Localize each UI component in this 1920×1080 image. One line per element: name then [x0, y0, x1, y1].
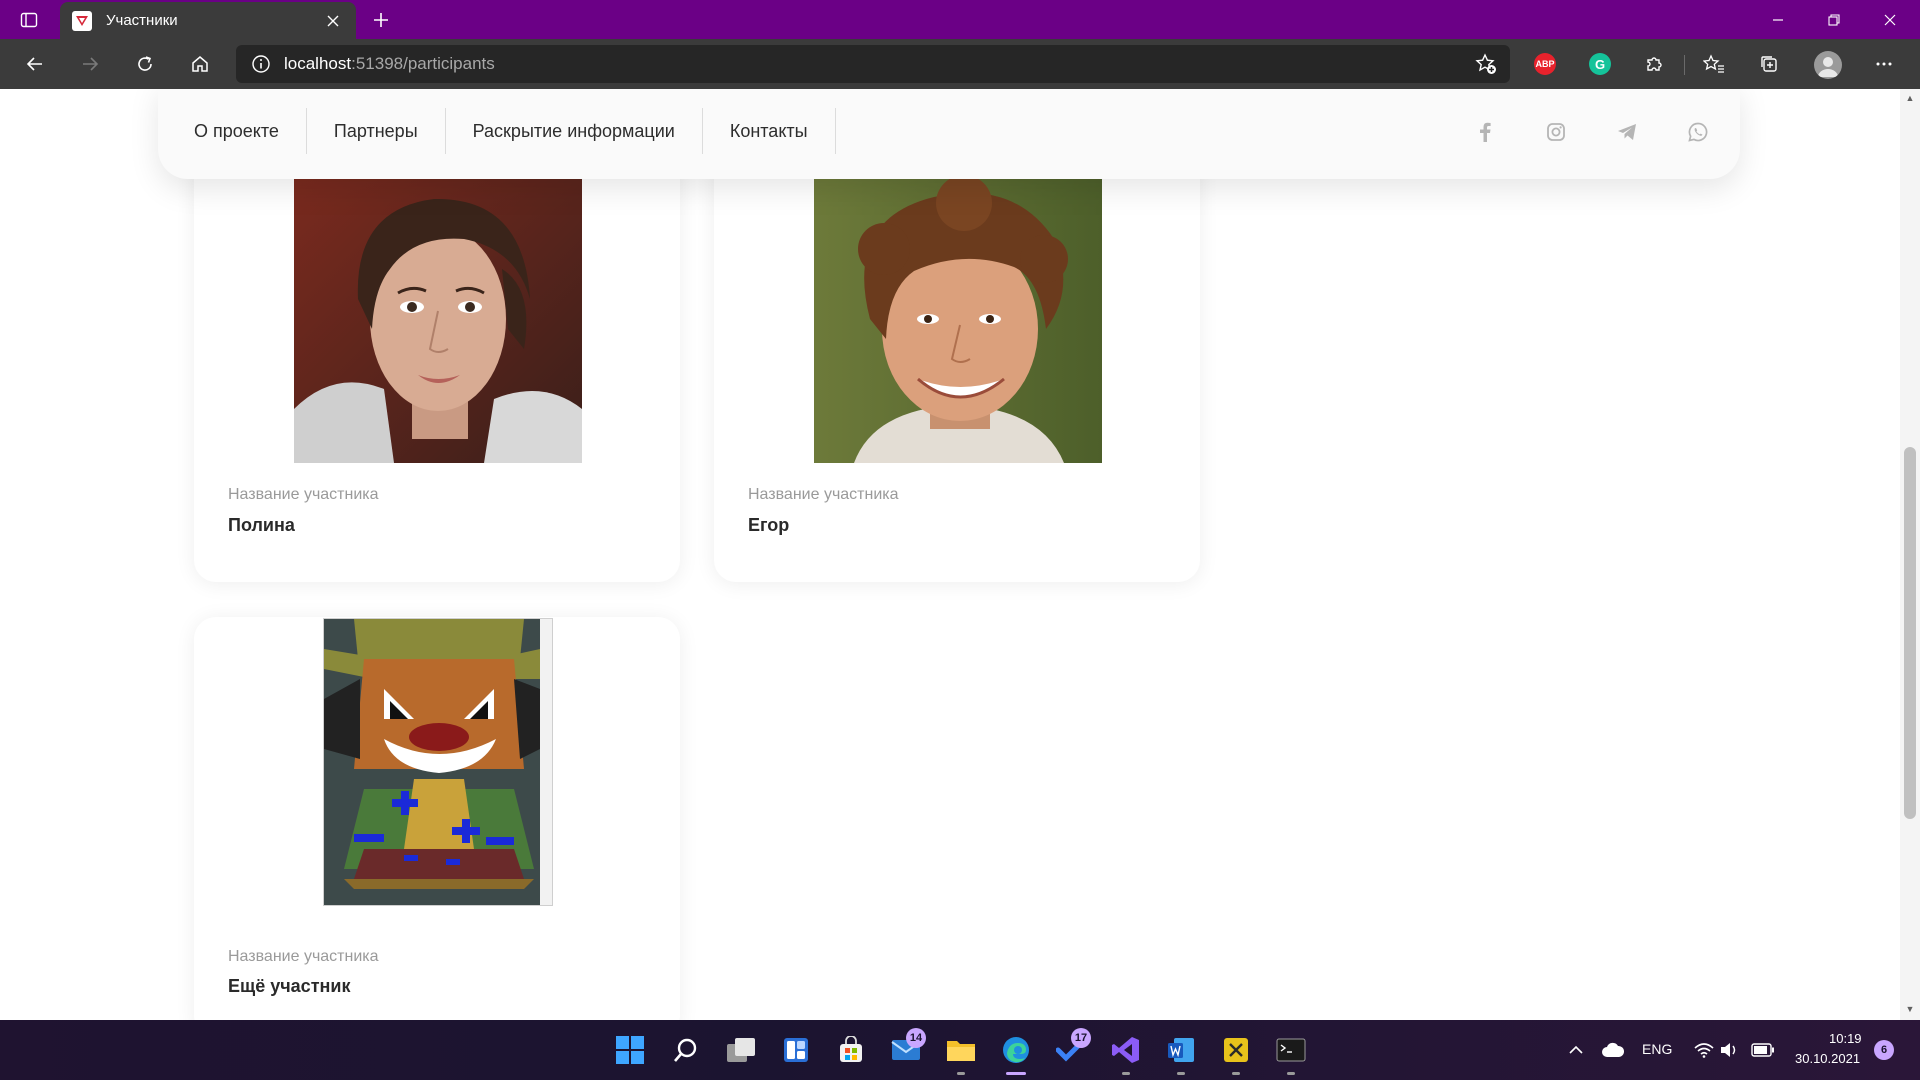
- add-favorite-icon[interactable]: [1474, 52, 1498, 76]
- input-language[interactable]: ENG: [1642, 1041, 1672, 1057]
- browser-title-bar: Участники: [0, 0, 1920, 39]
- nav-item-disclosure[interactable]: Раскрытие информации: [446, 108, 703, 154]
- windows-taskbar: 14 17 ENG 10:19 30.10.2021 6: [0, 1020, 1920, 1080]
- participant-card[interactable]: Название участника Ещё участник: [194, 617, 680, 1020]
- volume-icon[interactable]: [1718, 1033, 1742, 1067]
- scroll-up-arrow-icon[interactable]: ▲: [1905, 93, 1915, 103]
- forward-arrow-icon[interactable]: [76, 50, 104, 78]
- site-navigation: О проекте Партнеры Раскрытие информации …: [158, 89, 1740, 179]
- facebook-icon[interactable]: [1474, 121, 1496, 143]
- home-icon[interactable]: [186, 50, 214, 78]
- onedrive-cloud-icon[interactable]: [1600, 1033, 1626, 1067]
- running-indicator: [1177, 1072, 1185, 1075]
- browser-toolbar: localhost:51398/participants ABP G: [0, 39, 1920, 89]
- browser-tab-active[interactable]: Участники: [60, 2, 356, 39]
- tab-close-icon[interactable]: [322, 10, 344, 32]
- participant-photo: [323, 618, 553, 906]
- file-explorer-icon[interactable]: [944, 1033, 978, 1067]
- whatsapp-icon[interactable]: [1687, 121, 1709, 143]
- participant-card[interactable]: Название участника Полина: [194, 149, 680, 582]
- instagram-icon[interactable]: [1545, 121, 1567, 143]
- participant-label: Название участника: [748, 486, 899, 503]
- todo-badge: 17: [1071, 1028, 1091, 1048]
- participant-card[interactable]: Название участника Егор: [714, 149, 1200, 582]
- refresh-icon[interactable]: [131, 50, 159, 78]
- active-indicator: [1006, 1072, 1026, 1075]
- more-menu-icon[interactable]: [1870, 50, 1898, 78]
- scroll-down-arrow-icon[interactable]: ▼: [1905, 1004, 1915, 1014]
- mail-badge: 14: [906, 1028, 926, 1048]
- telegram-icon[interactable]: [1616, 121, 1638, 143]
- close-window-icon[interactable]: [1862, 0, 1918, 39]
- participant-label: Название участника: [228, 948, 379, 965]
- tab-title: Участники: [106, 12, 178, 29]
- back-arrow-icon[interactable]: [21, 50, 49, 78]
- battery-icon[interactable]: [1750, 1033, 1776, 1067]
- site-info-icon[interactable]: [250, 53, 272, 75]
- running-indicator: [1232, 1072, 1240, 1075]
- profile-avatar[interactable]: [1814, 51, 1842, 79]
- extensions-puzzle-icon[interactable]: [1640, 50, 1668, 78]
- participant-label: Название участника: [228, 486, 379, 503]
- microsoft-store-icon[interactable]: [834, 1033, 868, 1067]
- windows-start-icon[interactable]: [613, 1033, 647, 1067]
- minimize-icon[interactable]: [1750, 0, 1806, 39]
- favorites-icon[interactable]: [1700, 50, 1728, 78]
- nav-item-partners[interactable]: Партнеры: [307, 108, 446, 154]
- toolbar-separator: [1684, 55, 1685, 75]
- tray-chevron-up-icon[interactable]: [1566, 1033, 1586, 1067]
- participant-photo: [814, 179, 1102, 463]
- restore-icon[interactable]: [1806, 0, 1862, 39]
- wifi-icon[interactable]: [1692, 1033, 1716, 1067]
- participant-name: Егор: [748, 515, 790, 535]
- new-tab-icon[interactable]: [368, 7, 394, 33]
- word-icon[interactable]: [1164, 1033, 1198, 1067]
- page-viewport: Название участника Полина Название участ…: [0, 89, 1900, 1020]
- tab-favicon-icon: [72, 10, 92, 31]
- participant-name: Ещё участник: [228, 976, 351, 996]
- tab-actions-icon[interactable]: [18, 9, 40, 31]
- page-scrollbar[interactable]: ▲ ▼: [1900, 89, 1920, 1020]
- participant-photo: [294, 179, 582, 463]
- running-indicator: [1287, 1072, 1295, 1075]
- task-view-icon[interactable]: [724, 1033, 758, 1067]
- address-bar[interactable]: localhost:51398/participants: [236, 45, 1510, 83]
- adblock-extension-icon[interactable]: ABP: [1534, 53, 1556, 75]
- address-url: localhost:51398/participants: [284, 54, 495, 74]
- nav-item-about[interactable]: О проекте: [194, 108, 307, 154]
- widgets-icon[interactable]: [779, 1033, 813, 1067]
- edge-browser-icon[interactable]: [999, 1033, 1033, 1067]
- snipping-tool-icon[interactable]: [1219, 1033, 1253, 1067]
- search-icon[interactable]: [669, 1033, 703, 1067]
- scrollbar-thumb[interactable]: [1904, 447, 1916, 819]
- participant-name: Полина: [228, 515, 295, 535]
- collections-icon[interactable]: [1755, 50, 1783, 78]
- notifications-badge[interactable]: 6: [1874, 1040, 1894, 1060]
- nav-item-contacts[interactable]: Контакты: [703, 108, 836, 154]
- visual-studio-icon[interactable]: [1109, 1033, 1143, 1067]
- running-indicator: [1122, 1072, 1130, 1075]
- running-indicator: [957, 1072, 965, 1075]
- grammarly-extension-icon[interactable]: G: [1589, 53, 1611, 75]
- clock-time[interactable]: 10:19: [1829, 1031, 1862, 1046]
- clock-date[interactable]: 30.10.2021: [1795, 1051, 1860, 1066]
- terminal-icon[interactable]: [1274, 1033, 1308, 1067]
- url-path: :51398/participants: [351, 54, 495, 73]
- url-host: localhost: [284, 54, 352, 73]
